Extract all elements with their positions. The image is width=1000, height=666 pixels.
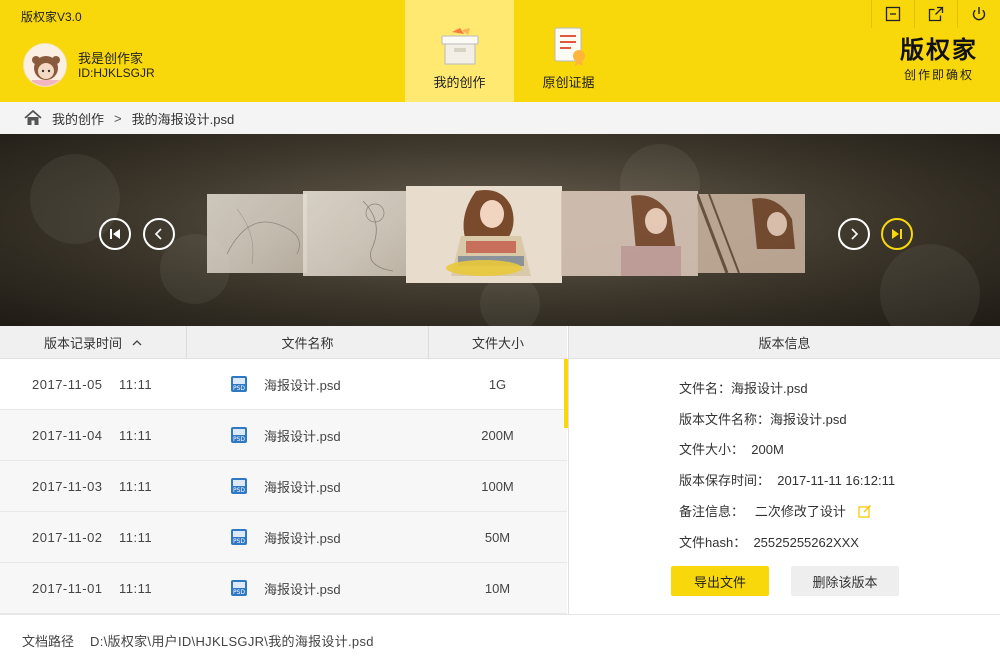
avatar[interactable] bbox=[23, 43, 67, 87]
column-header-size: 文件大小 bbox=[429, 326, 567, 359]
table-row[interactable]: 2017-11-01 11:11 PSD 海报设计.psd 10M bbox=[0, 563, 567, 614]
row-time: 2017-11-05 11:11 bbox=[32, 376, 153, 392]
document-path-label: 文档路径 bbox=[22, 634, 75, 649]
document-path-bar: 文档路径 D:\版权家\用户ID\HJKLSGJR\我的海报设计.psd bbox=[0, 614, 1000, 666]
delete-version-button[interactable]: 删除该版本 bbox=[791, 566, 899, 596]
row-time: 2017-11-03 11:11 bbox=[32, 478, 153, 494]
column-header-time[interactable]: 版本记录时间 bbox=[0, 326, 187, 359]
box-icon bbox=[441, 28, 478, 65]
version-carousel bbox=[0, 134, 1000, 326]
carousel-thumbnail[interactable] bbox=[561, 191, 698, 276]
table-row[interactable]: 2017-11-02 11:11 PSD 海报设计.psd 50M bbox=[0, 512, 567, 563]
home-icon[interactable] bbox=[24, 110, 42, 126]
column-header-size-label: 文件大小 bbox=[471, 336, 524, 351]
next-version-button[interactable] bbox=[838, 218, 870, 250]
psd-file-icon: PSD bbox=[231, 427, 247, 443]
window-controls bbox=[871, 0, 1000, 28]
svg-text:PSD: PSD bbox=[233, 385, 245, 392]
info-version-name: 版本文件名称：海报设计.psd bbox=[679, 412, 847, 427]
row-filename: PSD 海报设计.psd bbox=[186, 375, 428, 394]
tab-original-evidence[interactable]: 原创证据 bbox=[514, 0, 623, 102]
psd-file-icon: PSD bbox=[231, 376, 247, 392]
chevron-left-icon bbox=[154, 228, 162, 240]
svg-text:PSD: PSD bbox=[233, 436, 245, 443]
row-filename: PSD 海报设计.psd bbox=[186, 579, 428, 598]
svg-text:PSD: PSD bbox=[233, 487, 245, 494]
row-size: 100M bbox=[481, 478, 514, 494]
row-filename: PSD 海报设计.psd bbox=[186, 426, 428, 445]
tab-label: 原创证据 bbox=[542, 75, 595, 90]
last-version-button[interactable] bbox=[881, 218, 913, 250]
row-filename: PSD 海报设计.psd bbox=[186, 477, 428, 496]
power-icon bbox=[972, 7, 986, 21]
row-size: 10M bbox=[484, 580, 511, 596]
psd-file-icon: PSD bbox=[231, 478, 247, 494]
brand-slogan: 创作即确权 bbox=[903, 68, 974, 82]
carousel-thumbnail[interactable] bbox=[303, 191, 409, 276]
table-row[interactable]: 2017-11-05 11:11 PSD 海报设计.psd 1G bbox=[0, 359, 567, 410]
row-time: 2017-11-01 11:11 bbox=[32, 580, 153, 596]
table-row[interactable]: 2017-11-03 11:11 PSD 海报设计.psd 100M bbox=[0, 461, 567, 512]
info-note: 备注信息： 二次修改了设计 bbox=[679, 501, 872, 520]
user-name: 我是创作家 bbox=[78, 51, 144, 66]
export-file-button[interactable]: 导出文件 bbox=[671, 566, 769, 596]
column-header-time-label: 版本记录时间 bbox=[43, 336, 122, 351]
header: 版权家V3.0 我是创作家 ID:HJKLSGJR 我的创作 原创证据 版权家 … bbox=[0, 0, 1000, 102]
breadcrumb: 我的创作 > 我的海报设计.psd bbox=[0, 102, 1000, 134]
breadcrumb-separator: > bbox=[114, 110, 122, 126]
carousel-thumbnail[interactable] bbox=[697, 194, 805, 273]
breadcrumb-item-current: 我的海报设计.psd bbox=[131, 111, 235, 127]
breadcrumb-item-my-creations[interactable]: 我的创作 bbox=[52, 109, 104, 128]
chevron-right-icon bbox=[851, 228, 859, 240]
column-header-name-label: 文件名称 bbox=[281, 336, 334, 351]
brand-logo: 版权家 创作即确权 bbox=[900, 38, 978, 83]
user-id: ID:HJKLSGJR bbox=[78, 66, 155, 80]
column-header-name: 文件名称 bbox=[187, 326, 429, 359]
tab-my-creations[interactable]: 我的创作 bbox=[405, 0, 514, 102]
brand-name: 版权家 bbox=[900, 37, 978, 64]
minimize-icon bbox=[885, 6, 901, 22]
edit-icon[interactable] bbox=[858, 504, 872, 518]
row-time: 2017-11-04 11:11 bbox=[32, 427, 153, 443]
version-table-body: 2017-11-05 11:11 PSD 海报设计.psd 1G 2017-11… bbox=[0, 359, 567, 614]
first-version-button[interactable] bbox=[99, 218, 131, 250]
row-time: 2017-11-02 11:11 bbox=[32, 529, 153, 545]
popout-button[interactable] bbox=[914, 0, 957, 28]
psd-file-icon: PSD bbox=[231, 580, 247, 596]
version-table-header: 版本记录时间 文件名称 文件大小 bbox=[0, 326, 567, 359]
carousel-thumbnail[interactable] bbox=[207, 194, 307, 273]
sort-ascending-icon bbox=[132, 339, 142, 345]
certificate-icon bbox=[554, 27, 585, 66]
info-filename: 文件名：海报设计.psd bbox=[679, 381, 808, 396]
version-info-panel: 文件名：海报设计.psd 版本文件名称：海报设计.psd 文件大小： 200M … bbox=[568, 359, 1000, 614]
info-size: 文件大小： 200M bbox=[679, 442, 784, 457]
svg-text:PSD: PSD bbox=[233, 589, 245, 596]
document-path-value: D:\版权家\用户ID\HJKLSGJR\我的海报设计.psd bbox=[90, 634, 374, 649]
carousel-thumbnail-current[interactable] bbox=[406, 186, 562, 283]
svg-text:PSD: PSD bbox=[233, 538, 245, 545]
skip-last-icon bbox=[892, 229, 902, 239]
app-title: 版权家V3.0 bbox=[21, 10, 82, 24]
info-hash: 文件hash： 25525255262XXX bbox=[679, 535, 859, 550]
row-size: 1G bbox=[488, 376, 507, 392]
version-info-header: 版本信息 bbox=[568, 326, 1000, 359]
info-saved-time: 版本保存时间： 2017-11-11 16:12:11 bbox=[679, 473, 896, 488]
tab-label: 我的创作 bbox=[433, 75, 486, 90]
row-size: 50M bbox=[484, 529, 511, 545]
row-size: 200M bbox=[481, 427, 514, 443]
prev-version-button[interactable] bbox=[143, 218, 175, 250]
power-button[interactable] bbox=[957, 0, 1000, 28]
row-filename: PSD 海报设计.psd bbox=[186, 528, 428, 547]
skip-first-icon bbox=[110, 229, 120, 239]
table-row[interactable]: 2017-11-04 11:11 PSD 海报设计.psd 200M bbox=[0, 410, 567, 461]
external-link-icon bbox=[928, 6, 944, 22]
psd-file-icon: PSD bbox=[231, 529, 247, 545]
minimize-button[interactable] bbox=[871, 0, 914, 28]
